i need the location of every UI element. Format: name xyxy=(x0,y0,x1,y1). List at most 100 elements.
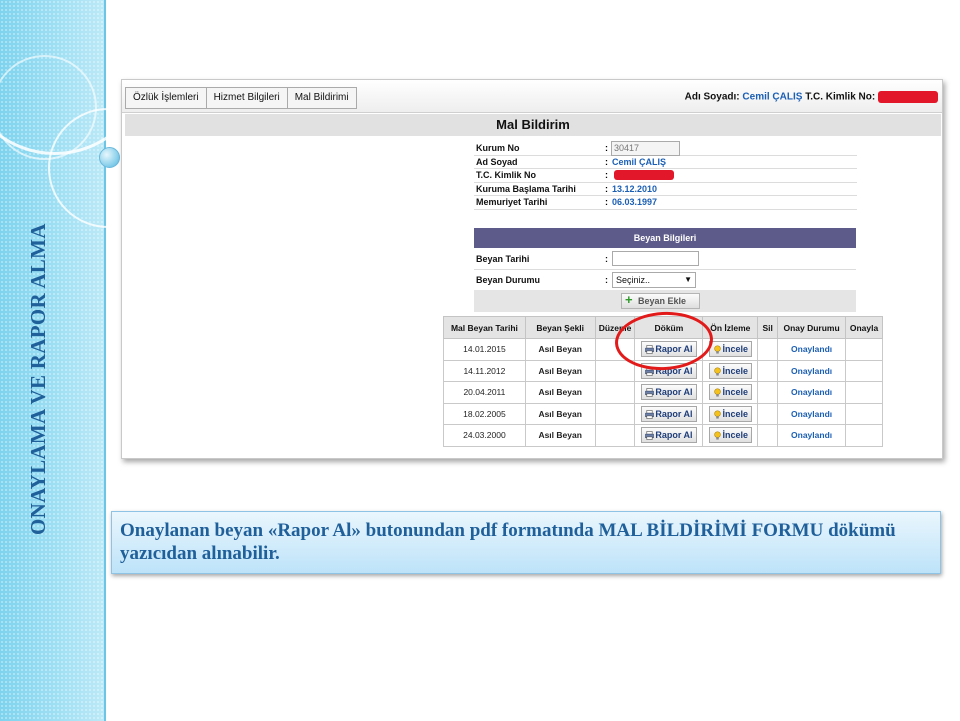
cell-tarih: 24.03.2000 xyxy=(443,424,526,447)
incele-label: İncele xyxy=(722,365,749,376)
printer-icon xyxy=(645,430,655,441)
incele-button[interactable]: İncele xyxy=(708,341,753,358)
info-row-ad-soyad: Ad Soyad : Cemil ÇALIŞ xyxy=(474,156,857,169)
info-row-kurum: Kurum No : 30417 xyxy=(474,141,857,156)
tab-ozluk-islemleri[interactable]: Özlük İşlemleri xyxy=(126,88,207,108)
cell-sekli: Asıl Beyan xyxy=(524,359,596,382)
ad-soyad-label: Ad Soyad xyxy=(476,156,518,167)
rapor-al-label: Rapor Al xyxy=(655,430,693,441)
incele-button[interactable]: İncele xyxy=(708,405,753,422)
cell-duzenle xyxy=(594,424,636,447)
cell-sil xyxy=(757,359,779,382)
col-header-onay-durumu: Onay Durumu xyxy=(777,316,847,339)
col-header-onayla: Onayla xyxy=(845,316,883,339)
table-row: 24.03.2000 Asıl Beyan Rapor Al İncele Onayla… xyxy=(443,424,883,447)
menu-tabs: Özlük İşlemleri Hizmet Bilgileri Mal Bil… xyxy=(125,87,357,109)
rapor-al-button[interactable]: Rapor Al xyxy=(641,427,697,444)
cell-tarih: 20.04.2011 xyxy=(443,381,526,404)
info-row-memuriyet: Memuriyet Tarihi : 06.03.1997 xyxy=(474,196,857,210)
kurum-label: Kurum No xyxy=(476,143,520,153)
table-row: 20.04.2011 Asıl Beyan Rapor Al İncele Onayla… xyxy=(443,381,883,404)
cell-onay-durumu: Onaylandı xyxy=(777,424,847,447)
cell-duzenle xyxy=(594,402,636,425)
memuriyet-label: Memuriyet Tarihi xyxy=(476,197,548,207)
beyan-durumu-label: Beyan Durumu xyxy=(476,275,541,285)
slide: ONAYLAMA VE RAPOR ALMA Özlük İşlemleri H… xyxy=(0,0,960,721)
lightbulb-icon xyxy=(713,366,723,376)
beyan-ekle-label: Beyan Ekle xyxy=(638,296,687,306)
info-row-baslama: Kuruma Başlama Tarihi : 13.12.2010 xyxy=(474,183,857,196)
rapor-al-label: Rapor Al xyxy=(655,408,693,419)
tab-hizmet-bilgileri[interactable]: Hizmet Bilgileri xyxy=(207,88,288,108)
form-title: Mal Bildirim xyxy=(496,117,570,132)
cell-tarih: 14.01.2015 xyxy=(443,338,526,361)
table-row: 18.02.2005 Asıl Beyan Rapor Al İncele Onayla… xyxy=(443,402,883,425)
incele-label: İncele xyxy=(722,387,749,398)
lightbulb-icon xyxy=(713,409,723,419)
user-info: Adı Soyadı: Cemil ÇALIŞ T.C. Kimlik No: xyxy=(685,91,938,103)
cell-duzenle xyxy=(594,381,636,404)
tc-label: T.C. Kimlik No xyxy=(476,170,537,180)
cell-onay-durumu: Onaylandı xyxy=(777,338,847,361)
cell-dokum: Rapor Al xyxy=(634,381,704,404)
printer-icon xyxy=(645,387,655,398)
beyan-durumu-row: Beyan Durumu : Seçiniz.. ▼ xyxy=(474,269,856,291)
top-menu-bar: Özlük İşlemleri Hizmet Bilgileri Mal Bil… xyxy=(122,80,942,113)
beyan-tarihi-row: Beyan Tarihi : xyxy=(474,248,856,270)
memuriyet-value: 06.03.1997 xyxy=(612,197,658,207)
user-name-value: Cemil ÇALIŞ xyxy=(742,91,803,103)
redaction-mark xyxy=(878,91,938,103)
col-header-tarih: Mal Beyan Tarihi xyxy=(443,316,526,339)
rapor-al-button[interactable]: Rapor Al xyxy=(641,384,697,401)
incele-label: İncele xyxy=(722,408,749,419)
beyan-durumu-selected: Seçiniz.. xyxy=(616,275,651,285)
caption-box: Onaylanan beyan «Rapor Al» butonundan pd… xyxy=(111,511,941,574)
cell-on-izleme: İncele xyxy=(702,424,759,447)
plus-icon: + xyxy=(625,292,633,307)
cell-on-izleme: İncele xyxy=(702,381,759,404)
cell-onay-durumu: Onaylandı xyxy=(777,381,847,404)
cell-onayla xyxy=(845,338,883,361)
col-header-sil: Sil xyxy=(757,316,779,339)
beyan-tarihi-input[interactable] xyxy=(612,251,699,266)
lightbulb-icon xyxy=(713,430,723,440)
rapor-al-button[interactable]: Rapor Al xyxy=(641,405,697,422)
incele-button[interactable]: İncele xyxy=(708,384,753,401)
user-name-label: Adı Soyadı: xyxy=(684,91,740,103)
incele-label: İncele xyxy=(722,344,749,355)
lightbulb-icon xyxy=(713,387,723,397)
cell-sil xyxy=(757,381,779,404)
printer-icon xyxy=(645,409,655,419)
chevron-down-icon: ▼ xyxy=(684,275,692,284)
baslama-label: Kuruma Başlama Tarihi xyxy=(476,183,576,194)
app-screenshot: Özlük İşlemleri Hizmet Bilgileri Mal Bil… xyxy=(121,79,943,459)
cell-tarih: 18.02.2005 xyxy=(443,402,526,425)
beyan-durumu-select[interactable]: Seçiniz.. ▼ xyxy=(612,272,696,288)
redaction-mark xyxy=(614,170,674,180)
rapor-al-label: Rapor Al xyxy=(655,387,693,398)
cell-onayla xyxy=(845,402,883,425)
cell-dokum: Rapor Al xyxy=(634,424,704,447)
tab-mal-bildirimi[interactable]: Mal Bildirimi xyxy=(288,88,356,108)
ad-soyad-value: Cemil ÇALIŞ xyxy=(612,156,667,167)
slide-side-title: ONAYLAMA VE RAPOR ALMA xyxy=(26,223,50,535)
incele-button[interactable]: İncele xyxy=(708,427,753,444)
cell-on-izleme: İncele xyxy=(702,402,759,425)
info-row-tc: T.C. Kimlik No : xyxy=(474,169,857,183)
beyan-tarihi-label: Beyan Tarihi xyxy=(476,254,530,264)
cell-sekli: Asıl Beyan xyxy=(524,424,596,447)
cell-onayla xyxy=(845,424,883,447)
cell-sekli: Asıl Beyan xyxy=(524,338,596,361)
cell-sil xyxy=(757,402,779,425)
incele-label: İncele xyxy=(722,430,749,441)
incele-button[interactable]: İncele xyxy=(708,362,753,379)
form-title-bar: Mal Bildirim xyxy=(125,114,941,136)
lightbulb-icon xyxy=(713,344,723,354)
cell-onayla xyxy=(845,381,883,404)
caption-text: Onaylanan beyan «Rapor Al» butonundan pd… xyxy=(120,520,896,564)
cell-duzenle xyxy=(594,359,636,382)
beyan-ekle-row: + Beyan Ekle xyxy=(474,290,856,312)
kurum-no-field: 30417 xyxy=(611,141,680,156)
beyan-ekle-button[interactable]: + Beyan Ekle xyxy=(621,293,700,309)
cell-onay-durumu: Onaylandı xyxy=(777,359,847,382)
